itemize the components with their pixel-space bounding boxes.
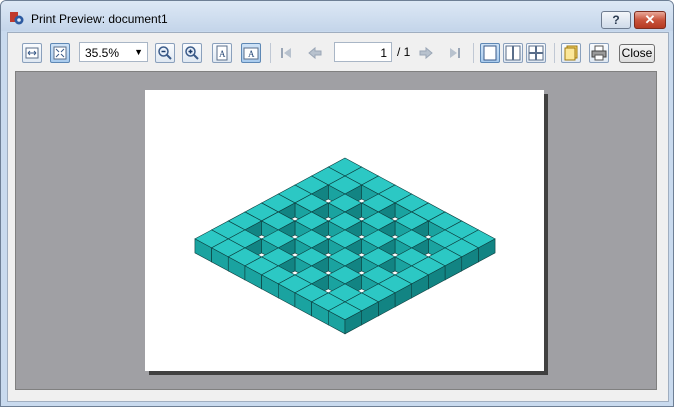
page-setup-button[interactable] (561, 43, 581, 63)
single-page-icon (483, 45, 497, 61)
fit-width-button[interactable] (22, 43, 42, 63)
app-gear-icon (10, 12, 24, 25)
last-page-button[interactable] (445, 43, 465, 63)
fit-page-icon (53, 46, 67, 60)
fit-page-button[interactable] (50, 43, 70, 63)
help-button[interactable]: ? (601, 11, 631, 29)
chevron-down-icon: ▼ (134, 47, 143, 57)
window-title: Print Preview: document1 (31, 12, 168, 26)
single-page-button[interactable] (480, 43, 500, 63)
zoom-out-icon (158, 46, 172, 60)
portrait-button[interactable]: A (212, 43, 232, 63)
svg-text:A: A (219, 49, 226, 59)
first-page-button[interactable] (276, 43, 296, 63)
toolbar: 35.5% ▼ A A 1 / 1 Close (8, 33, 668, 71)
page-setup-icon (564, 45, 578, 61)
overview-button[interactable] (526, 43, 546, 63)
last-page-icon (450, 48, 460, 58)
landscape-icon: A (243, 47, 259, 60)
current-page-value: 1 (380, 46, 387, 60)
title-bar: Print Preview: document1 ? ✕ (1, 1, 673, 31)
close-x-icon: ✕ (644, 12, 656, 27)
previous-page-button[interactable] (305, 43, 325, 63)
toolbar-separator (473, 43, 474, 63)
previous-page-icon (308, 46, 322, 60)
landscape-button[interactable]: A (241, 43, 261, 63)
close-button[interactable]: Close (619, 44, 655, 63)
client-area: 35.5% ▼ A A 1 / 1 Close (7, 32, 669, 402)
overview-icon (528, 45, 544, 61)
zoom-in-icon (185, 46, 199, 60)
zoom-out-button[interactable] (155, 43, 175, 63)
fit-width-icon (25, 47, 39, 59)
svg-text:A: A (248, 49, 255, 59)
page-total-label: / 1 (397, 45, 411, 59)
zoom-combobox[interactable]: 35.5% ▼ (79, 42, 148, 62)
first-page-icon (281, 48, 291, 58)
print-button[interactable] (589, 43, 609, 63)
preview-page (145, 90, 544, 371)
facing-pages-button[interactable] (503, 43, 523, 63)
toolbar-separator (554, 43, 555, 63)
toolbar-separator (270, 43, 271, 63)
help-label: ? (612, 13, 620, 27)
preview-area[interactable] (15, 71, 657, 390)
cube-grid-image (194, 157, 496, 335)
print-preview-window: Print Preview: document1 ? ✕ 35.5% ▼ A A… (0, 0, 674, 407)
zoom-in-button[interactable] (182, 43, 202, 63)
page-number-input[interactable]: 1 (334, 42, 392, 62)
next-page-button[interactable] (416, 43, 436, 63)
next-page-icon (419, 46, 433, 60)
portrait-icon: A (216, 45, 228, 61)
facing-pages-icon (505, 45, 521, 61)
zoom-value: 35.5% (85, 46, 120, 60)
print-icon (591, 45, 607, 61)
window-close-button[interactable]: ✕ (634, 11, 666, 29)
